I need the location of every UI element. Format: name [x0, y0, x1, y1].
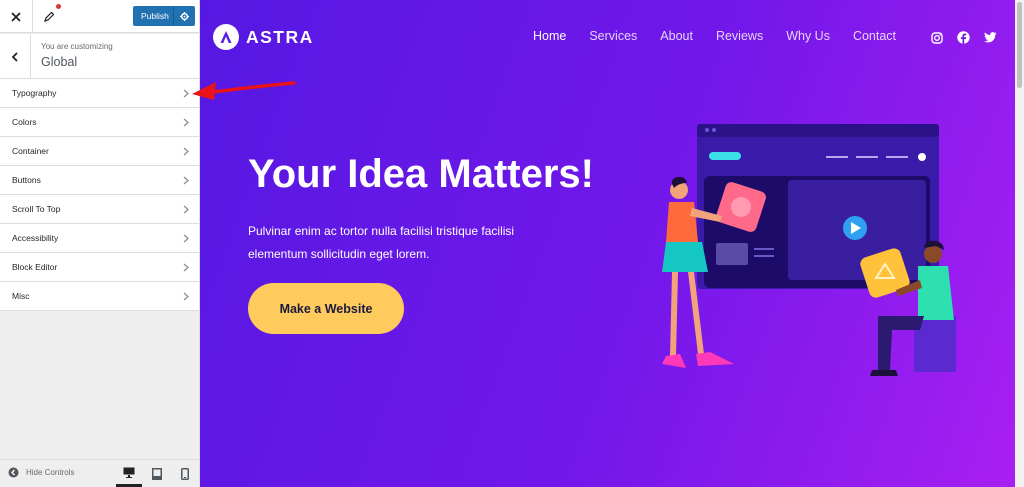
- astra-logo-icon: [213, 24, 239, 50]
- chevron-right-icon: [183, 147, 189, 155]
- customizer-sidebar: Publish You are customizing Global Typog…: [0, 0, 200, 487]
- hide-controls-button[interactable]: Hide Controls: [8, 467, 74, 478]
- hero-description: Pulvinar enim ac tortor nulla facilisi t…: [248, 224, 515, 261]
- menu-item-label: Accessibility: [12, 233, 59, 243]
- nav-item-why-us[interactable]: Why Us: [786, 29, 830, 43]
- menu-item-label: Scroll To Top: [12, 204, 61, 214]
- pencil-icon: [44, 11, 55, 22]
- main-nav: Home Services About Reviews Why Us Conta…: [533, 29, 896, 43]
- close-customizer-button[interactable]: [0, 0, 33, 33]
- menu-item-colors[interactable]: Colors: [0, 108, 199, 137]
- menu-item-buttons[interactable]: Buttons: [0, 166, 199, 195]
- facebook-icon[interactable]: [957, 31, 970, 44]
- gear-icon: [180, 11, 189, 21]
- site-preview: ASTRA Home Services About Reviews Why Us…: [200, 0, 1015, 487]
- menu-item-label: Buttons: [12, 175, 41, 185]
- close-icon: [11, 11, 21, 22]
- menu-item-label: Container: [12, 146, 49, 156]
- menu-item-typography[interactable]: Typography: [0, 79, 199, 108]
- instagram-icon[interactable]: [931, 31, 943, 44]
- edit-button[interactable]: [33, 0, 65, 33]
- preview-scrollbar[interactable]: [1015, 0, 1024, 487]
- device-desktop-button[interactable]: [116, 460, 142, 487]
- social-links: [931, 31, 997, 44]
- menu-item-scroll-to-top[interactable]: Scroll To Top: [0, 195, 199, 224]
- customizing-label: You are customizing: [41, 42, 113, 51]
- nav-item-about[interactable]: About: [660, 29, 693, 43]
- nav-item-contact[interactable]: Contact: [853, 29, 896, 43]
- menu-item-label: Misc: [12, 291, 30, 301]
- notification-dot: [56, 4, 61, 9]
- chevron-right-icon: [183, 234, 189, 242]
- nav-item-reviews[interactable]: Reviews: [716, 29, 763, 43]
- tablet-icon: [152, 467, 162, 480]
- menu-item-label: Colors: [12, 117, 37, 127]
- chevron-left-icon: [11, 51, 18, 62]
- mobile-icon: [181, 467, 189, 480]
- publish-button[interactable]: Publish: [133, 6, 195, 26]
- scrollbar-thumb[interactable]: [1017, 2, 1022, 88]
- section-header: You are customizing Global: [0, 34, 199, 79]
- site-logo[interactable]: ASTRA: [213, 24, 314, 50]
- customizer-footer: Hide Controls: [0, 459, 199, 487]
- device-tablet-button[interactable]: [144, 460, 170, 487]
- desktop-icon: [123, 467, 135, 478]
- device-mobile-button[interactable]: [172, 460, 198, 487]
- hide-controls-label: Hide Controls: [26, 468, 75, 477]
- chevron-right-icon: [183, 263, 189, 271]
- twitter-icon[interactable]: [984, 32, 997, 43]
- collapse-icon: [8, 467, 19, 478]
- menu-item-block-editor[interactable]: Block Editor: [0, 253, 199, 282]
- chevron-right-icon: [183, 176, 189, 184]
- menu-item-accessibility[interactable]: Accessibility: [0, 224, 199, 253]
- nav-item-services[interactable]: Services: [589, 29, 637, 43]
- menu-item-container[interactable]: Container: [0, 137, 199, 166]
- chevron-right-icon: [183, 292, 189, 300]
- menu-item-misc[interactable]: Misc: [0, 282, 199, 311]
- nav-item-home[interactable]: Home: [533, 29, 566, 43]
- menu-item-label: Typography: [12, 88, 57, 98]
- settings-menu: Typography Colors Container Buttons Scro…: [0, 79, 199, 311]
- menu-item-label: Block Editor: [12, 262, 58, 272]
- publish-label: Publish: [141, 11, 169, 21]
- annotation-arrow-icon: [192, 81, 296, 100]
- section-title: Global: [41, 55, 78, 69]
- publish-settings-button[interactable]: [173, 6, 195, 26]
- chevron-right-icon: [183, 205, 189, 213]
- hero-illustration: [662, 124, 956, 376]
- customizer-header: Publish: [0, 0, 199, 33]
- hero-title: Your Idea Matters!: [248, 152, 594, 196]
- back-button[interactable]: [0, 34, 31, 79]
- make-website-button[interactable]: Make a Website: [248, 283, 404, 334]
- logo-text: ASTRA: [246, 26, 314, 47]
- chevron-right-icon: [183, 89, 189, 97]
- chevron-right-icon: [183, 118, 189, 126]
